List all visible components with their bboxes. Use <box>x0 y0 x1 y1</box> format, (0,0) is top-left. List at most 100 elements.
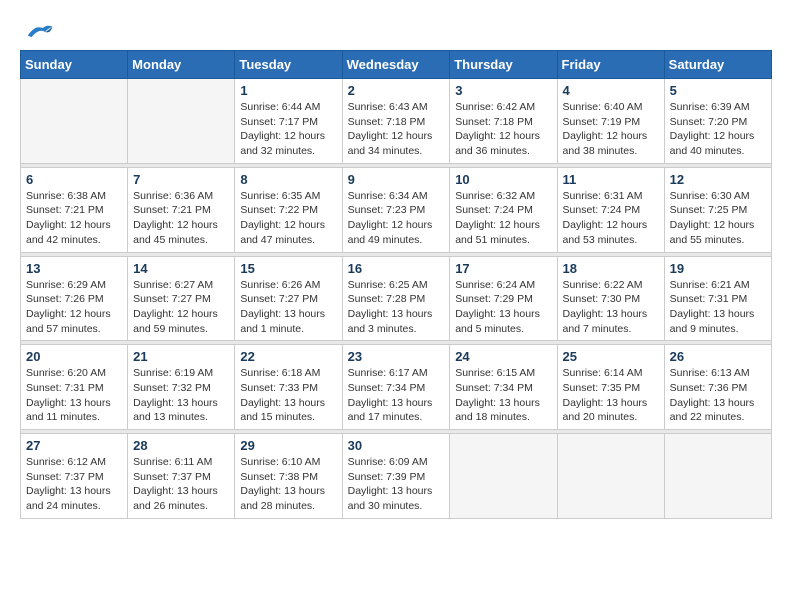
calendar-day-17: 17 Sunrise: 6:24 AM Sunset: 7:29 PM Dayli… <box>450 256 557 341</box>
calendar-day-29: 29 Sunrise: 6:10 AM Sunset: 7:38 PM Dayli… <box>235 434 342 519</box>
calendar-header-friday: Friday <box>557 51 664 79</box>
day-number: 16 <box>348 261 445 276</box>
calendar-week-row: 27 Sunrise: 6:12 AM Sunset: 7:37 PM Dayli… <box>21 434 772 519</box>
day-info: Sunrise: 6:25 AM Sunset: 7:28 PM Dayligh… <box>348 278 445 337</box>
calendar-day-5: 5 Sunrise: 6:39 AM Sunset: 7:20 PM Daylig… <box>664 79 771 164</box>
day-number: 29 <box>240 438 336 453</box>
calendar-day-13: 13 Sunrise: 6:29 AM Sunset: 7:26 PM Dayli… <box>21 256 128 341</box>
calendar-day-1: 1Sunrise: 6:44 AM Sunset: 7:17 PM Daylig… <box>235 79 342 164</box>
day-info: Sunrise: 6:27 AM Sunset: 7:27 PM Dayligh… <box>133 278 229 337</box>
calendar-header-tuesday: Tuesday <box>235 51 342 79</box>
calendar-day-9: 9 Sunrise: 6:34 AM Sunset: 7:23 PM Daylig… <box>342 167 450 252</box>
day-info: Sunrise: 6:12 AM Sunset: 7:37 PM Dayligh… <box>26 455 122 514</box>
logo <box>20 20 54 40</box>
day-info: Sunrise: 6:09 AM Sunset: 7:39 PM Dayligh… <box>348 455 445 514</box>
day-number: 18 <box>563 261 659 276</box>
calendar-day-22: 22 Sunrise: 6:18 AM Sunset: 7:33 PM Dayli… <box>235 345 342 430</box>
calendar-header-row: SundayMondayTuesdayWednesdayThursdayFrid… <box>21 51 772 79</box>
day-number: 22 <box>240 349 336 364</box>
calendar-day-14: 14Sunrise: 6:27 AM Sunset: 7:27 PM Dayli… <box>128 256 235 341</box>
day-info: Sunrise: 6:26 AM Sunset: 7:27 PM Dayligh… <box>240 278 336 337</box>
day-number: 30 <box>348 438 445 453</box>
day-number: 27 <box>26 438 122 453</box>
day-info: Sunrise: 6:35 AM Sunset: 7:22 PM Dayligh… <box>240 189 336 248</box>
calendar-day-3: 3 Sunrise: 6:42 AM Sunset: 7:18 PM Daylig… <box>450 79 557 164</box>
day-info: Sunrise: 6:18 AM Sunset: 7:33 PM Dayligh… <box>240 366 336 425</box>
calendar-day-empty <box>128 79 235 164</box>
day-info: Sunrise: 6:34 AM Sunset: 7:23 PM Dayligh… <box>348 189 445 248</box>
day-info: Sunrise: 6:20 AM Sunset: 7:31 PM Dayligh… <box>26 366 122 425</box>
day-info: Sunrise: 6:11 AM Sunset: 7:37 PM Dayligh… <box>133 455 229 514</box>
calendar-header-thursday: Thursday <box>450 51 557 79</box>
calendar-day-25: 25 Sunrise: 6:14 AM Sunset: 7:35 PM Dayli… <box>557 345 664 430</box>
day-number: 12 <box>670 172 766 187</box>
calendar-day-6: 6 Sunrise: 6:38 AM Sunset: 7:21 PM Daylig… <box>21 167 128 252</box>
calendar-week-row: 6 Sunrise: 6:38 AM Sunset: 7:21 PM Daylig… <box>21 167 772 252</box>
day-number: 5 <box>670 83 766 98</box>
calendar-day-12: 12 Sunrise: 6:30 AM Sunset: 7:25 PM Dayli… <box>664 167 771 252</box>
calendar-day-16: 16 Sunrise: 6:25 AM Sunset: 7:28 PM Dayli… <box>342 256 450 341</box>
calendar-day-empty <box>450 434 557 519</box>
calendar-day-empty <box>664 434 771 519</box>
day-number: 17 <box>455 261 551 276</box>
day-number: 13 <box>26 261 122 276</box>
calendar-day-18: 18 Sunrise: 6:22 AM Sunset: 7:30 PM Dayli… <box>557 256 664 341</box>
calendar-day-28: 28 Sunrise: 6:11 AM Sunset: 7:37 PM Dayli… <box>128 434 235 519</box>
calendar-day-30: 30 Sunrise: 6:09 AM Sunset: 7:39 PM Dayli… <box>342 434 450 519</box>
calendar-week-row: 13 Sunrise: 6:29 AM Sunset: 7:26 PM Dayli… <box>21 256 772 341</box>
day-info: Sunrise: 6:44 AM Sunset: 7:17 PM Dayligh… <box>240 100 336 159</box>
day-number: 24 <box>455 349 551 364</box>
calendar-day-8: 8 Sunrise: 6:35 AM Sunset: 7:22 PM Daylig… <box>235 167 342 252</box>
day-info: Sunrise: 6:22 AM Sunset: 7:30 PM Dayligh… <box>563 278 659 337</box>
day-number: 23 <box>348 349 445 364</box>
calendar-day-4: 4 Sunrise: 6:40 AM Sunset: 7:19 PM Daylig… <box>557 79 664 164</box>
day-info: Sunrise: 6:14 AM Sunset: 7:35 PM Dayligh… <box>563 366 659 425</box>
logo-bird-icon <box>24 20 54 40</box>
day-info: Sunrise: 6:10 AM Sunset: 7:38 PM Dayligh… <box>240 455 336 514</box>
calendar-day-10: 10 Sunrise: 6:32 AM Sunset: 7:24 PM Dayli… <box>450 167 557 252</box>
day-info: Sunrise: 6:42 AM Sunset: 7:18 PM Dayligh… <box>455 100 551 159</box>
day-info: Sunrise: 6:24 AM Sunset: 7:29 PM Dayligh… <box>455 278 551 337</box>
day-info: Sunrise: 6:38 AM Sunset: 7:21 PM Dayligh… <box>26 189 122 248</box>
day-number: 28 <box>133 438 229 453</box>
day-number: 10 <box>455 172 551 187</box>
day-info: Sunrise: 6:39 AM Sunset: 7:20 PM Dayligh… <box>670 100 766 159</box>
day-number: 2 <box>348 83 445 98</box>
calendar-day-empty <box>21 79 128 164</box>
day-number: 19 <box>670 261 766 276</box>
calendar-day-26: 26Sunrise: 6:13 AM Sunset: 7:36 PM Dayli… <box>664 345 771 430</box>
day-number: 4 <box>563 83 659 98</box>
calendar-header-saturday: Saturday <box>664 51 771 79</box>
calendar-day-empty <box>557 434 664 519</box>
day-info: Sunrise: 6:43 AM Sunset: 7:18 PM Dayligh… <box>348 100 445 159</box>
calendar-day-19: 19 Sunrise: 6:21 AM Sunset: 7:31 PM Dayli… <box>664 256 771 341</box>
day-number: 25 <box>563 349 659 364</box>
calendar-header-wednesday: Wednesday <box>342 51 450 79</box>
day-number: 9 <box>348 172 445 187</box>
day-info: Sunrise: 6:17 AM Sunset: 7:34 PM Dayligh… <box>348 366 445 425</box>
calendar-day-21: 21Sunrise: 6:19 AM Sunset: 7:32 PM Dayli… <box>128 345 235 430</box>
calendar-table: SundayMondayTuesdayWednesdayThursdayFrid… <box>20 50 772 519</box>
logo-icon <box>20 20 54 40</box>
day-number: 7 <box>133 172 229 187</box>
calendar-day-7: 7Sunrise: 6:36 AM Sunset: 7:21 PM Daylig… <box>128 167 235 252</box>
day-number: 21 <box>133 349 229 364</box>
day-info: Sunrise: 6:29 AM Sunset: 7:26 PM Dayligh… <box>26 278 122 337</box>
day-number: 3 <box>455 83 551 98</box>
calendar-day-23: 23 Sunrise: 6:17 AM Sunset: 7:34 PM Dayli… <box>342 345 450 430</box>
day-number: 6 <box>26 172 122 187</box>
day-number: 8 <box>240 172 336 187</box>
day-info: Sunrise: 6:30 AM Sunset: 7:25 PM Dayligh… <box>670 189 766 248</box>
day-info: Sunrise: 6:32 AM Sunset: 7:24 PM Dayligh… <box>455 189 551 248</box>
day-number: 11 <box>563 172 659 187</box>
day-info: Sunrise: 6:40 AM Sunset: 7:19 PM Dayligh… <box>563 100 659 159</box>
day-info: Sunrise: 6:31 AM Sunset: 7:24 PM Dayligh… <box>563 189 659 248</box>
calendar-day-2: 2 Sunrise: 6:43 AM Sunset: 7:18 PM Daylig… <box>342 79 450 164</box>
calendar-week-row: 20 Sunrise: 6:20 AM Sunset: 7:31 PM Dayli… <box>21 345 772 430</box>
calendar-week-row: 1Sunrise: 6:44 AM Sunset: 7:17 PM Daylig… <box>21 79 772 164</box>
day-info: Sunrise: 6:21 AM Sunset: 7:31 PM Dayligh… <box>670 278 766 337</box>
calendar-day-20: 20 Sunrise: 6:20 AM Sunset: 7:31 PM Dayli… <box>21 345 128 430</box>
calendar-day-24: 24Sunrise: 6:15 AM Sunset: 7:34 PM Dayli… <box>450 345 557 430</box>
calendar-header-sunday: Sunday <box>21 51 128 79</box>
day-number: 20 <box>26 349 122 364</box>
